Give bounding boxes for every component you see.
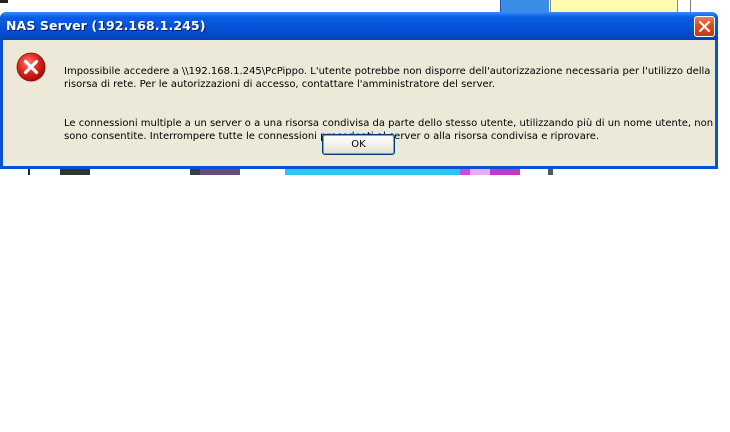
ok-button[interactable]: OK [322, 134, 395, 155]
background-mark [0, 0, 8, 3]
error-dialog: NAS Server (192.168.1.245) Impossibile a… [0, 12, 718, 169]
error-message-paragraph-1: Impossibile accedere a \\192.168.1.245\P… [64, 66, 711, 90]
close-button[interactable] [694, 16, 715, 37]
dialog-titlebar[interactable]: NAS Server (192.168.1.245) [0, 12, 718, 40]
dialog-title: NAS Server (192.168.1.245) [6, 18, 206, 33]
close-x-icon [698, 20, 711, 33]
dialog-body: Impossibile accedere a \\192.168.1.245\P… [3, 40, 715, 166]
error-icon [16, 52, 46, 82]
